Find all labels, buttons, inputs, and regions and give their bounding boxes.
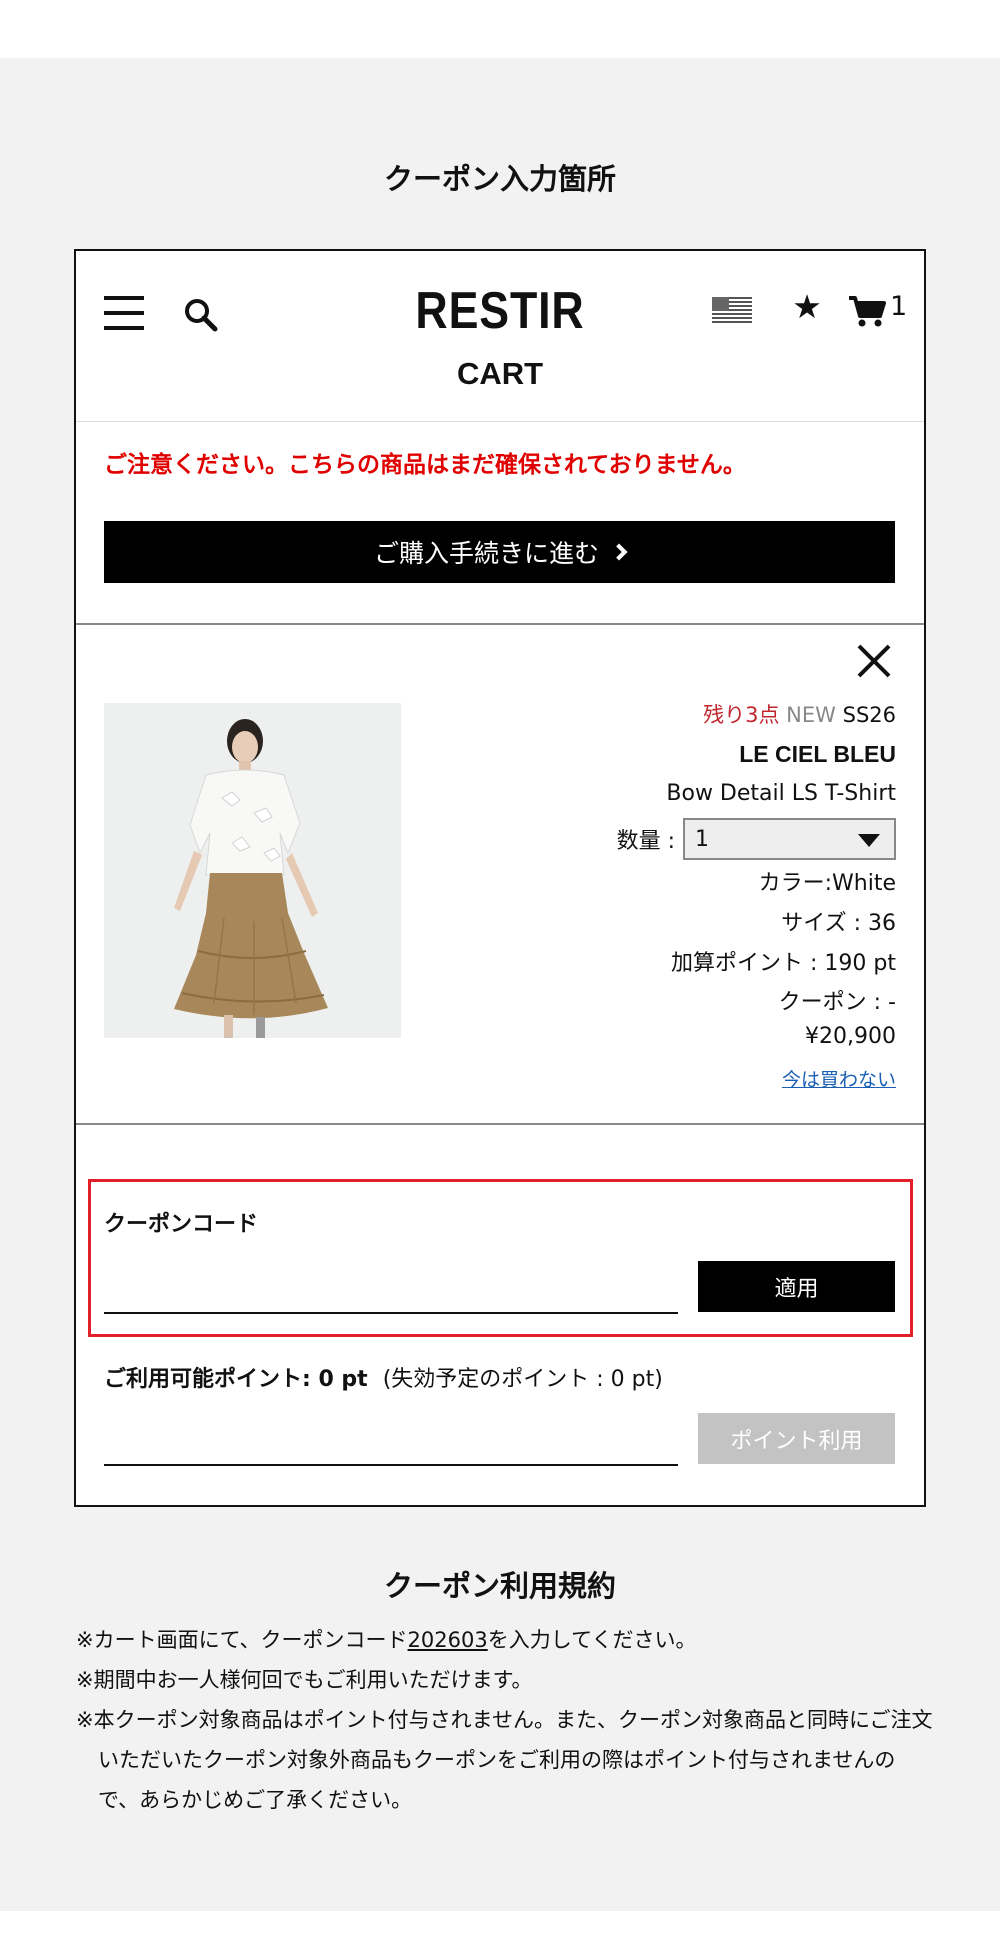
store-logo[interactable]: RESTIR [135,281,864,341]
product-size: サイズ : 36 [781,911,896,936]
section-divider [76,623,924,625]
header-divider [76,421,924,422]
quantity-value: 1 [695,826,709,852]
stock-remaining-badge: 残り3点 [703,703,780,727]
chevron-right-icon [610,543,628,561]
model-photo [104,703,401,1038]
product-image[interactable] [104,703,401,1038]
season-badge: SS26 [842,703,896,727]
close-icon[interactable] [856,643,892,679]
coupon-terms: ※カート画面にて、クーポンコード202603を入力してください。 ※期間中お一人… [76,1620,936,1820]
available-points: ご利用可能ポイント: 0 pt (失効予定のポイント : 0 pt) [104,1361,663,1393]
new-badge: NEW [786,703,836,727]
checkout-button-label: ご購入手続きに進む [373,539,599,568]
quantity-select[interactable]: 1 [683,818,896,860]
section-heading-coupon-terms: クーポン利用規約 [383,1569,616,1603]
cart-icon[interactable] [848,295,886,327]
product-brand: LE CIEL BLEU [739,741,896,767]
expiring-points-note: (失効予定のポイント : 0 pt) [382,1367,663,1392]
us-flag-icon[interactable] [712,297,752,323]
section-heading-coupon-input: クーポン入力箇所 [383,162,616,196]
product-name[interactable]: Bow Detail LS T-Shirt [666,781,896,806]
applied-coupon: クーポン : - [778,990,896,1015]
reservation-warning: ご注意ください。こちらの商品はまだ確保されておりません。 [104,452,746,478]
coupon-code-value: 202603 [407,1628,488,1652]
coupon-code-label: クーポンコード [104,1212,259,1237]
use-points-button[interactable]: ポイント利用 [698,1413,895,1464]
page-title: CART [456,356,544,391]
section-divider [76,1123,924,1125]
terms-item-1: ※カート画面にて、クーポンコード202603を入力してください。 [76,1628,697,1652]
dropdown-arrow-icon [858,834,880,847]
coupon-code-input[interactable] [104,1266,678,1310]
star-icon[interactable]: ★ [789,289,825,325]
terms-item-3: ※本クーポン対象商品はポイント付与されません。また、クーポン対象商品と同時にご注… [76,1708,933,1812]
product-tags: 残り3点 NEW SS26 [703,699,896,729]
terms-item-2: ※期間中お一人様何回でもご利用いただけます。 [76,1668,533,1692]
checkout-button[interactable]: ご購入手続きに進む [104,521,895,583]
product-color: カラー:White [758,871,896,896]
coupon-input-underline [104,1312,678,1314]
not-now-link[interactable]: 今は買わない [782,1065,896,1092]
apply-coupon-button[interactable]: 適用 [698,1261,895,1312]
product-price: ¥20,900 [805,1024,896,1049]
quantity-label: 数量 : [616,829,675,854]
cart-count-badge: 1 [890,291,908,322]
cart-screen-mock: RESTIR CART ★ 1 ご注意ください。こちらの商品はまだ確保されており… [74,249,926,1507]
points-input-underline [104,1464,678,1466]
quantity-row: 数量 : 1 [617,818,896,860]
earned-points: 加算ポイント : 190 pt [671,951,896,976]
available-points-value: ご利用可能ポイント: 0 pt [104,1367,368,1392]
points-input[interactable] [104,1417,678,1461]
